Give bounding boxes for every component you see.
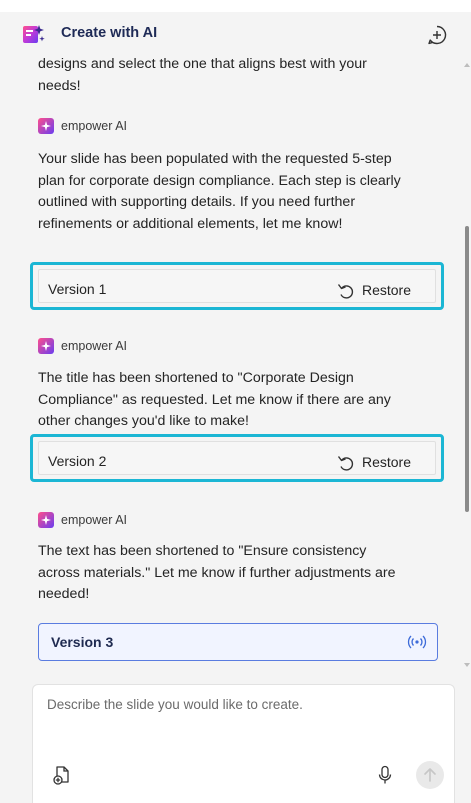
prompt-input[interactable] — [47, 697, 437, 747]
version-3-label: Version 3 — [51, 634, 114, 650]
version-1-restore-label: Restore — [361, 282, 411, 298]
create-with-ai-logo-icon — [23, 25, 45, 43]
version-2-restore-button[interactable]: Restore — [336, 450, 411, 474]
version-1-highlight: Version 1 Restore — [30, 262, 444, 310]
version-2-restore-label: Restore — [361, 454, 411, 470]
scrollbar-thumb[interactable] — [465, 226, 469, 512]
send-button[interactable] — [416, 761, 444, 789]
version-1-restore-button[interactable]: Restore — [336, 278, 411, 302]
empower-ai-icon — [38, 338, 54, 354]
empower-ai-icon — [38, 512, 54, 528]
version-1-label: Version 1 — [48, 281, 107, 297]
ai-sender-name: empower AI — [61, 513, 128, 527]
prompt-composer — [32, 684, 455, 803]
panel-title: Create with AI — [61, 25, 158, 41]
ai-message-1: Your slide has been populated with the r… — [38, 151, 401, 232]
version-2-label: Version 2 — [48, 453, 107, 469]
ai-sender-name: empower AI — [61, 339, 128, 353]
panel-header: Create with AI — [0, 12, 471, 56]
version-2-card[interactable]: Version 2 Restore — [38, 441, 436, 475]
ai-sender-row: empower AI — [38, 510, 127, 530]
ai-message-2: The title has been shortened to "Corpora… — [38, 370, 391, 429]
microphone-icon[interactable] — [378, 765, 392, 785]
ai-message-3: The text has been shortened to "Ensure c… — [38, 543, 396, 602]
version-2-highlight: Version 2 Restore — [30, 434, 444, 482]
intro-message-text: designs and select the one that aligns b… — [38, 56, 367, 94]
scroll-up-arrow-icon[interactable] — [464, 63, 470, 67]
restore-icon — [337, 456, 354, 471]
version-3-card[interactable]: Version 3 — [38, 623, 438, 661]
ai-sender-row: empower AI — [38, 336, 127, 356]
scroll-down-arrow-icon[interactable] — [464, 663, 470, 667]
empower-ai-icon — [38, 118, 54, 134]
live-broadcast-icon — [407, 635, 427, 649]
ai-sender-name: empower AI — [61, 119, 128, 133]
version-1-card[interactable]: Version 1 Restore — [38, 269, 436, 303]
ai-sender-row: empower AI — [38, 116, 127, 136]
top-strip — [0, 0, 471, 12]
new-chat-icon[interactable] — [426, 24, 448, 46]
attach-file-icon[interactable] — [53, 765, 71, 785]
restore-icon — [337, 284, 354, 299]
send-arrow-icon — [424, 768, 436, 782]
chat-history[interactable]: designs and select the one that aligns b… — [0, 56, 461, 670]
